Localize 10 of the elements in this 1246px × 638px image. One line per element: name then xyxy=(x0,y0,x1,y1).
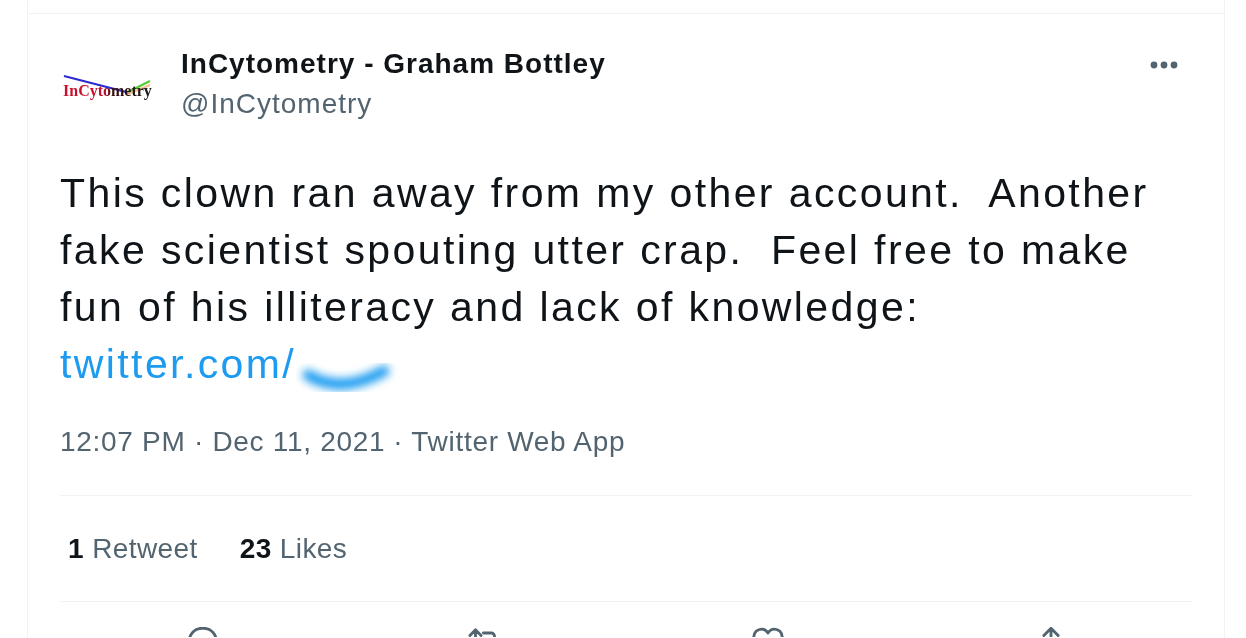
likes-link[interactable]: 23 Likes xyxy=(239,529,348,569)
tweet-text: This clown ran away from my other account. Another fake scientist spouting utter crap. Feel free to make fun of his illiteracy and lack of knowledge: xyxy=(60,169,1150,332)
author-handle[interactable]: @InCytometry xyxy=(181,84,606,124)
timestamp-link[interactable]: 12:07 PM · Dec 11, 2021 xyxy=(60,426,386,457)
separator-dot: · xyxy=(392,426,405,457)
author-name[interactable]: InCytometry - Graham Bottley xyxy=(181,44,606,84)
source-link[interactable]: Twitter Web App xyxy=(411,426,626,457)
more-dots-icon xyxy=(1150,61,1178,69)
avatar-logo: InCytometry xyxy=(62,72,162,102)
retweets-link[interactable]: 1 Retweet xyxy=(68,529,198,569)
